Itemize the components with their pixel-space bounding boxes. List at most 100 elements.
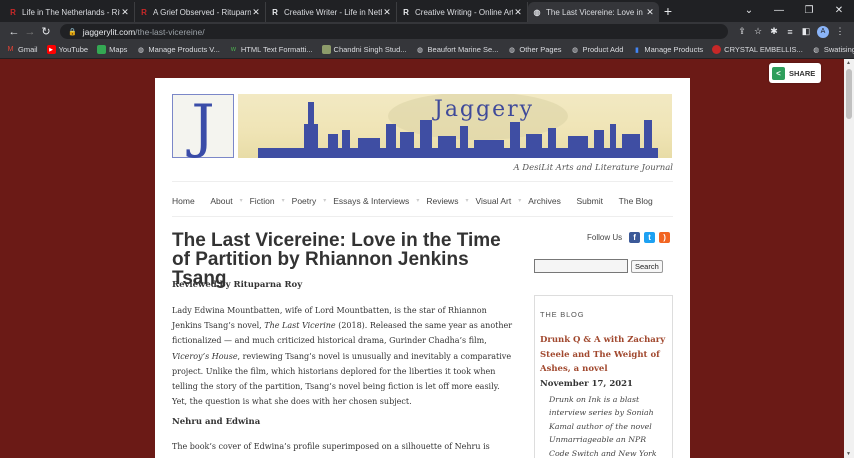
dropdown-arrow-icon: ▾ bbox=[323, 198, 327, 204]
nav-item-submit[interactable]: Submit bbox=[577, 196, 603, 207]
close-tab-icon[interactable]: ✕ bbox=[513, 7, 523, 18]
reload-icon[interactable]: ↻ bbox=[38, 25, 54, 38]
browser-tab[interactable]: RLife in The Netherlands - Rituparna✕ bbox=[4, 2, 135, 22]
gmail-icon: M bbox=[7, 46, 14, 53]
bookmark-item[interactable]: Chandni Singh Stud... bbox=[321, 45, 407, 54]
globe-icon: ◍ bbox=[416, 46, 424, 54]
browser-tab[interactable]: RA Grief Observed - Rituparna Roy✕ bbox=[135, 2, 266, 22]
reading-list-icon[interactable]: ≡ bbox=[782, 27, 798, 37]
bookmark-item[interactable]: ◍Swatisinghlabel.com bbox=[812, 45, 854, 54]
w3-icon: w bbox=[230, 46, 236, 53]
bookmark-item[interactable]: ◍ Manage Products V... bbox=[136, 45, 220, 54]
site-tagline: A DesiLit Arts and Literature Journal bbox=[513, 163, 673, 173]
nav-item-archives[interactable]: Archives bbox=[528, 196, 561, 207]
search-button[interactable]: Search bbox=[631, 259, 663, 273]
profile-avatar[interactable]: A bbox=[817, 25, 829, 38]
lock-icon: 🔒 bbox=[68, 28, 77, 36]
share-button[interactable]: < SHARE bbox=[769, 63, 821, 83]
favicon-r-icon: R bbox=[403, 7, 409, 17]
dropdown-arrow-icon: ▾ bbox=[281, 198, 285, 204]
blog-post-link[interactable]: Drunk Q & A with Zachary Steele and The … bbox=[540, 333, 667, 377]
follow-label: Follow Us bbox=[587, 233, 623, 242]
nav-item-fiction[interactable]: Fiction bbox=[250, 196, 275, 207]
close-tab-icon[interactable]: ✕ bbox=[382, 7, 392, 18]
scrollbar-thumb[interactable] bbox=[846, 69, 852, 119]
address-bar-row: ← → ↻ 🔒 jaggerylit.com/the-last-vicerein… bbox=[0, 22, 854, 41]
browser-tab[interactable]: RCreative Writer - Life in Netherlands✕ bbox=[266, 2, 397, 22]
bookmark-item[interactable]: Maps bbox=[97, 45, 127, 54]
nav-item-essays[interactable]: Essays & Interviews bbox=[333, 196, 409, 207]
share-page-icon[interactable]: ⇪ bbox=[734, 26, 750, 37]
tab-strip: RLife in The Netherlands - Rituparna✕ RA… bbox=[0, 0, 854, 22]
globe-icon: ◍ bbox=[571, 46, 579, 54]
bookmark-item[interactable]: ▶ YouTube bbox=[46, 45, 88, 54]
rss-icon[interactable]: ) bbox=[659, 232, 671, 243]
bookmark-item[interactable]: ▮ Manage Products bbox=[632, 45, 703, 54]
close-tab-icon[interactable]: ✕ bbox=[120, 7, 130, 18]
scroll-down-icon[interactable]: ▼ bbox=[846, 451, 851, 457]
globe-icon: ◍ bbox=[813, 46, 820, 54]
bookmark-item[interactable]: M Gmail bbox=[6, 45, 38, 54]
favicon-r-icon: R bbox=[272, 7, 278, 17]
crystal-logo-icon bbox=[712, 45, 722, 54]
back-arrow-icon[interactable]: ← bbox=[6, 26, 22, 38]
nav-item-blog[interactable]: The Blog bbox=[619, 196, 653, 207]
bookmark-item[interactable]: ◍ Other Pages bbox=[507, 45, 562, 54]
bookmark-item[interactable]: CRYSTAL EMBELLIS... bbox=[712, 45, 803, 54]
favicon-r-icon: R bbox=[10, 7, 16, 17]
search-form: Search bbox=[534, 259, 663, 273]
favicon-r-icon: R bbox=[141, 7, 147, 17]
bag-icon: ▮ bbox=[634, 46, 639, 54]
restore-icon[interactable]: ❐ bbox=[794, 0, 824, 22]
site-page: J Jaggery A DesiLit Arts and Literature … bbox=[155, 78, 690, 458]
window-controls: ⌄ — ❐ ✕ bbox=[734, 0, 854, 22]
browser-tab[interactable]: RCreative Writing - Online Articles✕ bbox=[397, 2, 528, 22]
browser-tab-active[interactable]: ◍The Last Vicereine: Love in the Time✕ bbox=[528, 2, 659, 22]
separator bbox=[202, 196, 204, 207]
star-icon[interactable]: ☆ bbox=[750, 26, 766, 37]
article-body: Lady Edwina Mountbatten, wife of Lord Mo… bbox=[172, 303, 517, 458]
dropdown-arrow-icon: ▾ bbox=[518, 198, 522, 204]
nav-item-home[interactable]: Home bbox=[172, 196, 195, 207]
minimize-icon[interactable]: — bbox=[764, 0, 794, 22]
side-panel-icon[interactable]: ◧ bbox=[798, 26, 814, 37]
bookmark-item[interactable]: ◍ Product Add bbox=[571, 45, 623, 54]
nav-item-reviews[interactable]: Reviews bbox=[426, 196, 458, 207]
article-paragraph: The book’s cover of Edwina’s profile sup… bbox=[172, 441, 490, 458]
nav-item-poetry[interactable]: Poetry bbox=[292, 196, 317, 207]
close-window-icon[interactable]: ✕ bbox=[824, 0, 854, 22]
blog-heading: THE BLOG bbox=[540, 310, 585, 319]
extensions-icon[interactable]: ✱ bbox=[766, 26, 782, 37]
article-subheading: Nehru and Edwina bbox=[172, 417, 261, 428]
article-byline: Reviewed by Rituparna Roy bbox=[172, 280, 303, 290]
twitter-icon[interactable]: t bbox=[644, 232, 656, 243]
search-input[interactable] bbox=[534, 259, 628, 273]
dropdown-arrow-icon: ▾ bbox=[239, 198, 243, 204]
jaggery-logo[interactable]: J bbox=[172, 94, 234, 158]
nav-item-visual-art[interactable]: Visual Art bbox=[475, 196, 511, 207]
divider bbox=[172, 216, 673, 217]
jaggery-banner[interactable]: Jaggery bbox=[238, 94, 672, 158]
page-viewport: < SHARE J Jaggery A DesiLit Arts and Lite… bbox=[0, 59, 854, 458]
new-tab-button[interactable]: + bbox=[659, 2, 677, 22]
blog-widget: THE BLOG Drunk Q & A with Zachary Steele… bbox=[534, 295, 673, 458]
scroll-up-icon[interactable]: ▲ bbox=[846, 60, 851, 66]
bookmark-item[interactable]: ◍ Beaufort Marine Se... bbox=[416, 45, 498, 54]
nav-item-about[interactable]: About bbox=[210, 196, 232, 207]
page-scrollbar[interactable]: ▲ ▼ bbox=[844, 59, 854, 458]
url-field[interactable]: 🔒 jaggerylit.com/the-last-vicereine/ bbox=[60, 24, 728, 39]
chevron-down-icon[interactable]: ⌄ bbox=[734, 0, 764, 22]
bookmark-item[interactable]: w HTML Text Formatti... bbox=[229, 45, 313, 54]
url-host: jaggerylit.com bbox=[82, 26, 136, 37]
close-tab-icon[interactable]: ✕ bbox=[251, 7, 261, 18]
globe-icon: ◍ bbox=[137, 46, 144, 54]
close-tab-icon[interactable]: ✕ bbox=[645, 7, 655, 18]
globe-icon: ◍ bbox=[533, 7, 541, 17]
facebook-icon[interactable]: f bbox=[629, 232, 641, 243]
article-paragraph: Lady Edwina Mountbatten, wife of Lord Mo… bbox=[172, 306, 513, 407]
menu-dots-icon[interactable]: ⋮ bbox=[832, 26, 848, 37]
forward-arrow-icon[interactable]: → bbox=[22, 26, 38, 38]
globe-icon: ◍ bbox=[508, 46, 515, 54]
dropdown-arrow-icon: ▾ bbox=[416, 198, 420, 204]
site-header: J Jaggery bbox=[172, 94, 672, 158]
